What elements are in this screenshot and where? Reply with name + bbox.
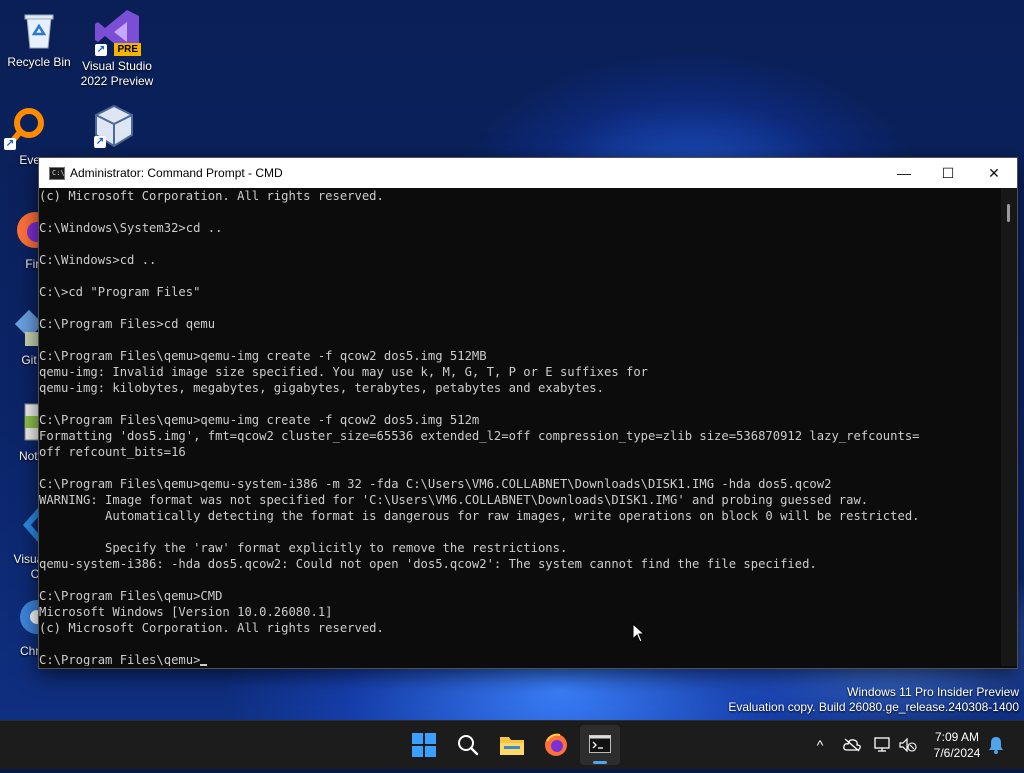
console-line: (c) Microsoft Corporation. All rights re… [39,189,384,203]
taskbar: ^ 7:09 AM 7/6/2024 [0,720,1024,769]
console-line: C:\Windows\System32>cd .. [39,221,223,235]
console-line: qemu-img: Invalid image size specified. … [39,365,649,379]
firefox-icon [545,733,567,756]
console-line: (c) Microsoft Corporation. All rights re… [39,621,384,635]
clock[interactable]: 7:09 AM 7/6/2024 [922,729,992,761]
onedrive-icon[interactable] [840,721,864,769]
shortcut-arrow-icon: ↗ [4,138,16,150]
scrollbar-thumb[interactable] [1007,204,1010,222]
maximize-button[interactable]: ☐ [925,158,971,188]
visual-studio-icon: PRE ↗ [93,8,141,56]
window-title: Administrator: Command Prompt - CMD [70,166,283,180]
shortcut-arrow-icon: ↗ [94,136,106,148]
desktop-icon-label: Recycle Bin [7,55,71,69]
watermark-edition: Windows 11 Pro Insider Preview [847,685,1019,699]
text-cursor [200,664,208,666]
console-line: off refcount_bits=16 [39,445,186,459]
desktop-icon-visual-studio-preview[interactable]: PRE ↗ Visual Studio 2022 Preview [79,8,155,89]
mouse-pointer-icon [632,623,646,643]
console-line: C:\Windows>cd .. [39,253,157,267]
folder-icon [500,737,524,755]
console-line: C:\Program Files\qemu>qemu-system-i386 -… [39,477,832,491]
command-prompt-taskbar-button[interactable] [580,725,620,765]
firefox-button[interactable] [536,725,576,765]
bell-icon [989,737,1003,754]
clock-date: 7/6/2024 [933,746,981,760]
window-titlebar[interactable]: C:\ Administrator: Command Prompt - CMD … [39,158,1017,188]
console-output[interactable]: (c) Microsoft Corporation. All rights re… [39,188,1001,666]
console-line: C:\Program Files\qemu>qemu-img create -f… [39,349,487,363]
console-line: WARNING: Image format was not specified … [39,493,869,507]
file-explorer-button[interactable] [492,725,532,765]
command-prompt-window[interactable]: C:\ Administrator: Command Prompt - CMD … [38,157,1018,669]
virtualbox-icon: ↗ [92,104,136,148]
recycle-bin-icon [17,8,61,52]
console-line: Specify the 'raw' format explicitly to r… [39,541,568,555]
minimize-button[interactable]: — [881,158,927,188]
console-line: C:\Program Files\qemu>CMD [39,589,223,603]
magnifier-icon: ↗ [2,106,46,150]
close-button[interactable]: ✕ [971,158,1017,188]
shortcut-arrow-icon: ↗ [95,44,107,56]
console-line: Microsoft Windows [Version 10.0.26080.1] [39,605,333,619]
desktop-icon-label: Visual Studio 2022 Preview [80,59,154,88]
console-line: C:\Program Files\qemu> [39,652,1001,666]
console-line: Automatically detecting the format is da… [39,509,920,523]
command-prompt-icon: C:\ [49,167,65,180]
start-button[interactable] [404,725,444,765]
console-line: Formatting 'dos5.img', fmt=qcow2 cluster… [39,429,920,443]
console-line: C:\Program Files\qemu>qemu-img create -f… [39,413,480,427]
search-icon [458,735,479,756]
terminal-icon [589,735,611,753]
console-line: C:\Program Files>cd qemu [39,317,216,331]
notifications-button[interactable] [986,721,1006,769]
console-line: C:\>cd "Program Files" [39,285,201,299]
volume-muted-icon[interactable] [897,721,919,769]
search-button[interactable] [448,725,488,765]
preview-badge: PRE [114,43,141,56]
clock-time: 7:09 AM [934,730,980,744]
show-hidden-icons-button[interactable]: ^ [808,721,832,769]
watermark-build: Evaluation copy. Build 26080.ge_release.… [728,700,1019,714]
network-icon[interactable] [872,721,894,769]
console-line: qemu-img: kilobytes, megabytes, gigabyte… [39,381,604,395]
vertical-scrollbar[interactable] [1001,188,1017,666]
desktop-icon-virtualbox[interactable]: ↗ [76,104,152,151]
desktop-icon-recycle-bin[interactable]: Recycle Bin [1,8,77,70]
windows-watermark: Windows 11 Pro Insider Preview Evaluatio… [728,685,1019,715]
active-indicator [593,761,607,764]
console-line: qemu-system-i386: -hda dos5.qcow2: Could… [39,557,817,571]
windows-logo-icon [412,733,436,757]
